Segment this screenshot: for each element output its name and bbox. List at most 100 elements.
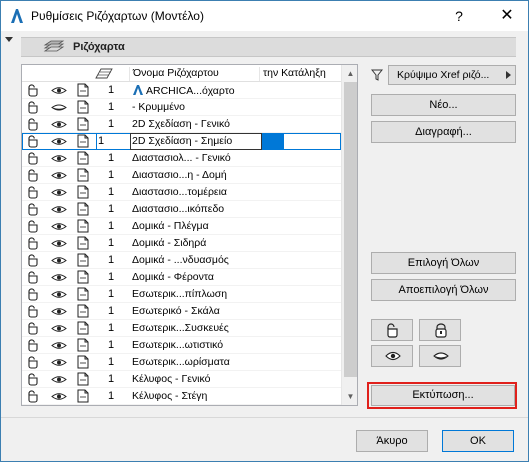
layer-list[interactable]: Όνομα Ριζόχαρτου την Κατάληξη 1 ARCHICA..… <box>21 64 358 406</box>
selection-extension-cell[interactable] <box>262 133 284 150</box>
table-row[interactable]: 1 ARCHICA...όχαρτο <box>22 82 341 99</box>
print-button[interactable]: Εκτύπωση... <box>371 385 515 406</box>
layer-page-icon[interactable] <box>76 219 90 233</box>
table-row[interactable]: 1 Διαστασιο...τομέρεια <box>22 184 341 201</box>
unlock-icon[interactable] <box>27 152 41 165</box>
eye-open-icon[interactable] <box>51 85 67 96</box>
selection-name-cell[interactable] <box>130 133 262 150</box>
table-row[interactable]: 1 Εσωτερικ...πίπλωση <box>22 286 341 303</box>
layer-page-icon[interactable] <box>76 287 90 301</box>
eye-open-icon[interactable] <box>51 306 67 317</box>
layer-page-icon[interactable] <box>76 83 90 97</box>
layer-page-icon[interactable] <box>76 270 90 284</box>
eye-open-icon[interactable] <box>51 238 67 249</box>
layer-page-icon[interactable] <box>76 100 90 114</box>
cancel-button[interactable]: Άκυρο <box>356 430 428 452</box>
layer-page-icon[interactable] <box>76 338 90 352</box>
scroll-up-arrow-icon[interactable]: ▲ <box>342 65 357 82</box>
layer-name: 2D Σχεδίαση - Γενικό <box>132 118 230 130</box>
eye-open-icon[interactable] <box>51 153 67 164</box>
scroll-down-arrow-icon[interactable]: ▼ <box>342 388 357 405</box>
eye-open-icon[interactable] <box>51 340 67 351</box>
scrollbar-thumb[interactable] <box>344 82 357 377</box>
unlock-icon[interactable] <box>27 169 41 182</box>
unlock-icon[interactable] <box>27 84 41 97</box>
unlock-icon[interactable] <box>27 305 41 318</box>
layer-page-icon[interactable] <box>76 372 90 386</box>
table-row[interactable]: 1 2D Σχεδίαση - Σημείο <box>22 133 341 150</box>
layer-page-icon[interactable] <box>76 389 90 403</box>
select-all-button[interactable]: Επιλογή Όλων <box>371 252 516 274</box>
unlock-icon[interactable] <box>27 186 41 199</box>
layer-page-icon[interactable] <box>76 117 90 131</box>
eye-open-icon[interactable] <box>51 221 67 232</box>
header-extension[interactable]: την Κατάληξη <box>263 67 326 79</box>
unlock-button[interactable] <box>371 319 413 341</box>
unlock-icon[interactable] <box>27 271 41 284</box>
unlock-icon[interactable] <box>27 203 41 216</box>
unlock-icon[interactable] <box>27 322 41 335</box>
unlock-icon[interactable] <box>27 118 41 131</box>
table-row[interactable]: 1 Διαστασιολ... - Γενικό <box>22 150 341 167</box>
eye-open-icon[interactable] <box>51 323 67 334</box>
layer-page-icon[interactable] <box>76 304 90 318</box>
table-row[interactable]: 1 Εσωτερικ...Συσκευές <box>22 320 341 337</box>
deselect-all-button[interactable]: Αποεπιλογή Όλων <box>371 279 516 301</box>
layer-page-icon[interactable] <box>76 185 90 199</box>
unlock-icon[interactable] <box>27 237 41 250</box>
close-button[interactable]: ✕ <box>496 5 518 27</box>
eye-open-icon[interactable] <box>51 289 67 300</box>
unlock-icon[interactable] <box>27 288 41 301</box>
unlock-icon[interactable] <box>27 339 41 352</box>
table-row[interactable]: 1 2D Σχεδίαση - Γενικό <box>22 116 341 133</box>
eye-open-icon[interactable] <box>51 255 67 266</box>
eye-open-icon[interactable] <box>51 204 67 215</box>
table-row[interactable]: 1 Εσωτερικό - Σκάλα <box>22 303 341 320</box>
eye-open-icon[interactable] <box>51 391 67 402</box>
table-row[interactable]: 1 Διαστασιο...η - Δομή <box>22 167 341 184</box>
table-row[interactable]: 1 Δομικά - Φέροντα <box>22 269 341 286</box>
hide-button[interactable] <box>419 345 461 367</box>
layer-page-icon[interactable] <box>76 355 90 369</box>
table-row[interactable]: 1 Δομικά - Πλέγμα <box>22 218 341 235</box>
eye-open-icon[interactable] <box>51 374 67 385</box>
section-header[interactable]: Ριζόχαρτα <box>21 37 516 57</box>
unlock-icon[interactable] <box>27 101 41 114</box>
layer-page-icon[interactable] <box>76 236 90 250</box>
table-row[interactable]: 1 Δομικά - Σιδηρά <box>22 235 341 252</box>
xref-filter-select[interactable]: Κρύψιμο Xref ριζό... <box>388 65 516 85</box>
eye-open-icon[interactable] <box>51 187 67 198</box>
table-row[interactable]: 1 Εσωτερικ...ωτιστικό <box>22 337 341 354</box>
lock-button[interactable] <box>419 319 461 341</box>
unlock-icon[interactable] <box>27 254 41 267</box>
eye-open-icon[interactable] <box>51 170 67 181</box>
table-row[interactable]: 1 Διαστασιο...ικόπεδο <box>22 201 341 218</box>
eye-closed-icon[interactable] <box>51 102 67 113</box>
unlock-icon[interactable] <box>27 356 41 369</box>
unlock-icon[interactable] <box>27 390 41 403</box>
table-row[interactable]: 1 Εσωτερικ...ωρίσματα <box>22 354 341 371</box>
new-layer-button[interactable]: Νέο... <box>371 94 516 116</box>
delete-layer-button[interactable]: Διαγραφή... <box>371 121 516 143</box>
table-row[interactable]: 1 - Κρυμμένο <box>22 99 341 116</box>
collapse-arrow-icon[interactable] <box>5 37 13 42</box>
help-button[interactable]: ? <box>449 5 469 27</box>
header-layer-name[interactable]: Όνομα Ριζόχαρτου <box>133 67 219 79</box>
layer-page-icon[interactable] <box>76 151 90 165</box>
unlock-icon[interactable] <box>27 220 41 233</box>
table-row[interactable]: 1 Κέλυφος - Στέγη <box>22 388 341 405</box>
layer-page-icon[interactable] <box>76 253 90 267</box>
title-bar[interactable]: Ρυθμίσεις Ριζόχαρτων (Μοντέλο) ? ✕ <box>1 1 528 31</box>
layer-page-icon[interactable] <box>76 168 90 182</box>
vertical-scrollbar[interactable]: ▲ ▼ <box>341 65 357 405</box>
table-row[interactable]: 1 Δομικά - ...νδυασμός <box>22 252 341 269</box>
show-button[interactable] <box>371 345 413 367</box>
eye-open-icon[interactable] <box>51 272 67 283</box>
table-row[interactable]: 1 Κέλυφος - Γενικό <box>22 371 341 388</box>
layer-page-icon[interactable] <box>76 202 90 216</box>
layer-page-icon[interactable] <box>76 321 90 335</box>
unlock-icon[interactable] <box>27 373 41 386</box>
ok-button[interactable]: OK <box>442 430 514 452</box>
eye-open-icon[interactable] <box>51 357 67 368</box>
eye-open-icon[interactable] <box>51 119 67 130</box>
